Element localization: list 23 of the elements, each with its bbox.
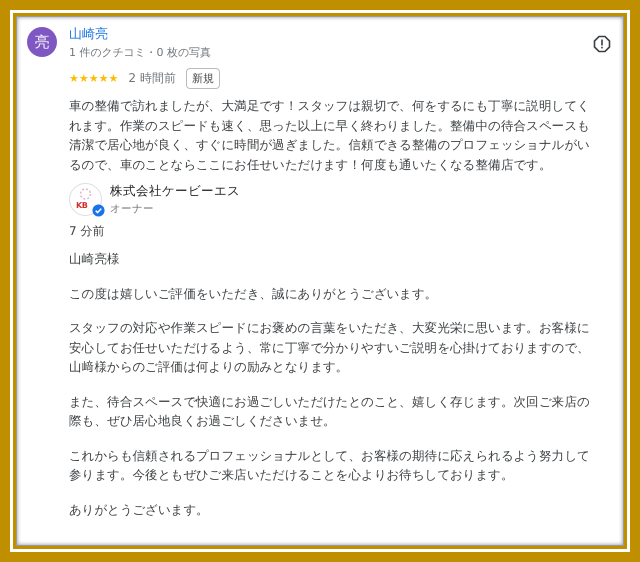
logo-text: KB [76,201,88,210]
reply-paragraph: この度は嬉しいご評価をいただき、誠にありがとうございます。 [69,284,438,302]
avatar[interactable]: 亮 [27,27,57,57]
review-time: 2 時間前 [128,70,176,87]
reply-paragraph: スタッフの対応や作業スピードにお褒めの言葉をいただき、大変光栄に思います。お客様に安心してお任せいただけるよう、常に丁寧で分かりやすいご説明を心掛けておりますので、山﨑様からのご評価は何よりの励みとなります。 [69,319,591,376]
author-name[interactable]: 山崎亮 [69,25,581,43]
reply-paragraph: 山崎亮様 [69,250,121,268]
star-icon: ★ [98,73,108,84]
review-text: 車の整備で訪れましたが、大満足です！スタッフは親切で、何をするにも丁寧に説明してくれます。作業のスピードも速く、思った以上に早く終わりました。整備中の待合スペースも清潔で居心地が良く、すぐに時間が過ぎました。信頼できる整備のプロフェッショナルがいるので、車のことならここにお任せいただけます！何度も通いたくなる整備店です。 [69,97,591,174]
review-meta: 1 件のクチコミ・0 枚の写真 [69,45,212,60]
reply-paragraph: ありがとうございます。 [69,500,210,518]
report-icon[interactable] [593,35,611,53]
reply-paragraph: また、待合スペースで快適にお過ごしいただけたとのこと、嬉しく存じます。次回ご来店の際も、ぜひ居心地良くお過ごしくださいませ。 [69,392,591,430]
logo-icon [69,183,102,216]
star-icon: ★ [69,73,79,84]
star-icon: ★ [88,73,99,84]
reply-time: 7 分前 [69,223,106,240]
star-icon: ★ [78,73,89,84]
new-badge: 新規 [186,68,220,89]
reply-paragraph: これからも信頼されるプロフェッショナルとして、お客様の期待に応えられるよう努力して参ります。今後ともぜひご来店いただけることを心よりお待ちしております。 [69,446,591,484]
star-icon: ★ [108,73,118,84]
owner-role: オーナー [110,202,155,216]
owner-name: 株式会社ケービーエス [110,183,240,200]
